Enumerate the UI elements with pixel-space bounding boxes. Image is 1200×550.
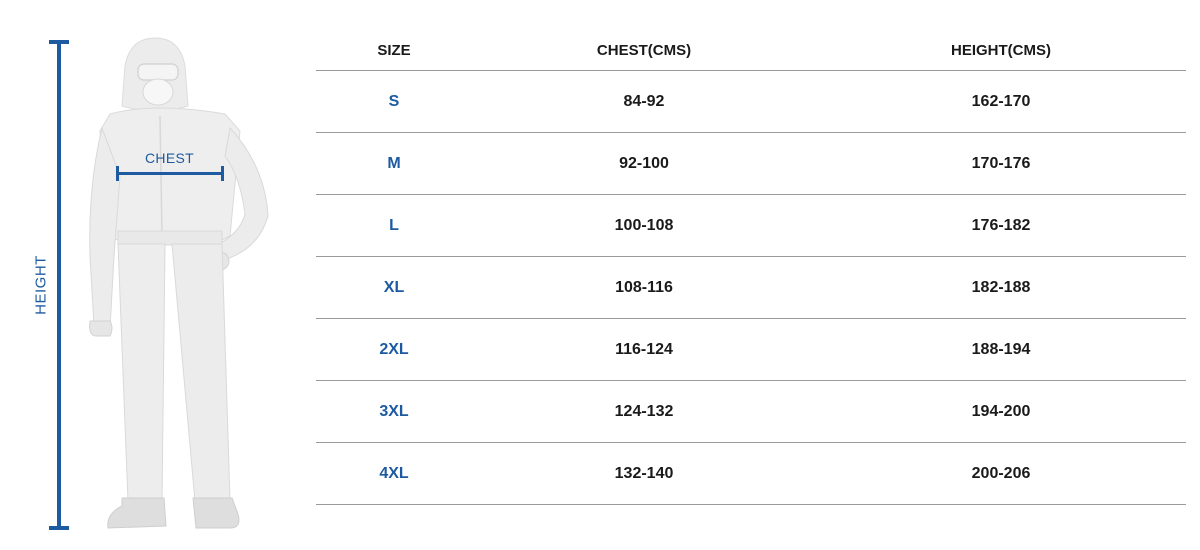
chest-cell: 92-100: [619, 154, 669, 172]
height-measure-line: [57, 40, 61, 530]
chest-cell: 132-140: [614, 464, 674, 482]
chest-cell: 124-132: [614, 402, 674, 420]
table-row: XL 108-116 182-188: [316, 257, 1186, 319]
size-cell: 4XL: [379, 464, 409, 482]
chest-measure-cap-right: [221, 166, 224, 181]
size-chart-table: SIZE CHEST(CMS) HEIGHT(CMS) S 84-92 162-…: [316, 30, 1186, 505]
chest-cell: 108-116: [615, 278, 673, 296]
size-cell: M: [387, 154, 401, 172]
height-cell: 182-188: [971, 278, 1031, 296]
height-measure-cap-top: [49, 40, 69, 44]
header-size: SIZE: [377, 41, 411, 59]
table-row: 2XL 116-124 188-194: [316, 319, 1186, 381]
size-cell: L: [389, 216, 399, 234]
chest-label: CHEST: [145, 150, 194, 166]
size-cell: 3XL: [379, 402, 409, 420]
header-height: HEIGHT(CMS): [951, 41, 1051, 59]
table-row: 3XL 124-132 194-200: [316, 381, 1186, 443]
chest-measure-line: [117, 172, 223, 175]
size-cell: S: [388, 92, 400, 110]
chest-measure-cap-left: [116, 166, 119, 181]
size-cell: XL: [383, 278, 405, 296]
coverall-illustration: [89, 37, 269, 529]
height-cell: 188-194: [971, 340, 1031, 358]
header-chest: CHEST(CMS): [596, 41, 692, 59]
height-cell: 162-170: [971, 92, 1031, 110]
height-cell: 194-200: [971, 402, 1031, 420]
height-cell: 170-176: [971, 154, 1031, 172]
table-header-row: SIZE CHEST(CMS) HEIGHT(CMS): [316, 30, 1186, 71]
height-label: HEIGHT: [32, 255, 50, 315]
height-cell: 200-206: [971, 464, 1031, 482]
table-row: 4XL 132-140 200-206: [316, 443, 1186, 505]
table-row: S 84-92 162-170: [316, 71, 1186, 133]
coverall-figure-panel: HEIGHT CHEST: [0, 0, 300, 550]
chest-cell: 100-108: [614, 216, 674, 234]
height-measure-cap-bottom: [49, 526, 69, 530]
chest-cell: 84-92: [623, 92, 665, 110]
height-cell: 176-182: [971, 216, 1031, 234]
chest-cell: 116-124: [615, 340, 673, 358]
size-cell: 2XL: [379, 340, 409, 358]
table-row: L 100-108 176-182: [316, 195, 1186, 257]
table-row: M 92-100 170-176: [316, 133, 1186, 195]
